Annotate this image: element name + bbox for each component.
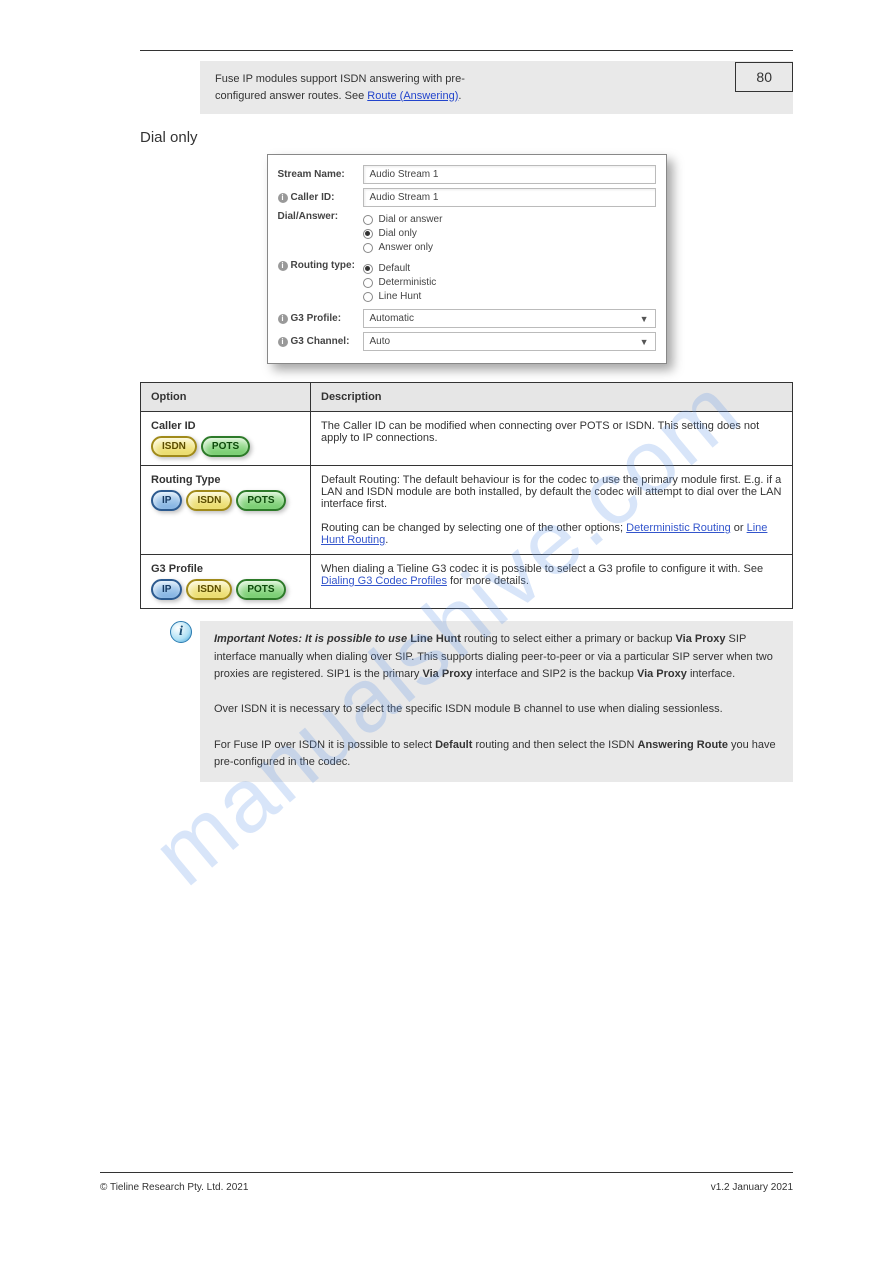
top-note: Fuse IP modules support ISDN answering w… xyxy=(200,61,793,114)
form-screenshot: Stream Name: Audio Stream 1 iCaller ID: … xyxy=(267,154,667,364)
radio-default[interactable]: Default xyxy=(363,263,656,274)
label-stream-name: Stream Name: xyxy=(278,169,363,180)
footer-version: v1.2 January 2021 xyxy=(711,1182,793,1193)
label-g3-channel: iG3 Channel: xyxy=(278,336,363,347)
radio-deterministic[interactable]: Deterministic xyxy=(363,277,656,288)
page-number-box: 80 xyxy=(735,62,793,92)
pots-badge-icon: POTS xyxy=(236,490,285,511)
page-number: 80 xyxy=(756,69,772,85)
link-deterministic-routing[interactable]: Deterministic Routing xyxy=(626,522,731,534)
radio-answer-only[interactable]: Answer only xyxy=(363,242,656,253)
footer-copyright: © Tieline Research Pty. Ltd. 2021 xyxy=(100,1182,248,1193)
opt-name: G3 Profile xyxy=(151,563,300,575)
ip-badge-icon: IP xyxy=(151,579,182,600)
opt-desc: Default Routing: The default behaviour i… xyxy=(311,466,793,555)
info-icon: i xyxy=(278,193,288,203)
select-g3-profile[interactable]: Automatic▼ xyxy=(363,309,656,328)
info-icon: i xyxy=(170,621,192,643)
opt-name: Caller ID xyxy=(151,420,300,432)
table-row: G3 Profile IP ISDN POTS When dialing a T… xyxy=(141,555,793,609)
radio-line-hunt[interactable]: Line Hunt xyxy=(363,291,656,302)
label-g3-profile: iG3 Profile: xyxy=(278,313,363,324)
radio-dial-only[interactable]: Dial only xyxy=(363,228,656,239)
info-icon: i xyxy=(278,314,288,324)
opt-desc: The Caller ID can be modified when conne… xyxy=(311,412,793,466)
radio-group-routing: Default Deterministic Line Hunt xyxy=(363,260,656,305)
important-notes: i Important Notes: It is possible to use… xyxy=(170,621,793,782)
isdn-badge-icon: ISDN xyxy=(186,579,232,600)
isdn-badge-icon: ISDN xyxy=(151,436,197,457)
info-icon: i xyxy=(278,337,288,347)
label-caller-id: iCaller ID: xyxy=(278,192,363,203)
table-row: Caller ID ISDN POTS The Caller ID can be… xyxy=(141,412,793,466)
input-stream-name[interactable]: Audio Stream 1 xyxy=(363,165,656,184)
options-table: Option Description Caller ID ISDN POTS T… xyxy=(140,382,793,609)
radio-group-dial-answer: Dial or answer Dial only Answer only xyxy=(363,211,656,256)
footer-rule xyxy=(100,1172,793,1173)
label-dial-answer: Dial/Answer: xyxy=(278,211,363,222)
section-title: Dial only xyxy=(140,129,793,146)
link-g3-profiles[interactable]: Dialing G3 Codec Profiles xyxy=(321,575,447,587)
note-trailing: . xyxy=(458,90,461,102)
isdn-badge-icon: ISDN xyxy=(186,490,232,511)
note-text-a: Fuse IP modules support ISDN answering w… xyxy=(215,73,465,85)
info-label: Important Notes: It is possible to use xyxy=(214,633,410,645)
note-link[interactable]: Route (Answering) xyxy=(367,90,458,102)
label-routing-type: iRouting type: xyxy=(278,260,363,271)
input-caller-id[interactable]: Audio Stream 1 xyxy=(363,188,656,207)
pots-badge-icon: POTS xyxy=(236,579,285,600)
radio-dial-or-answer[interactable]: Dial or answer xyxy=(363,214,656,225)
opt-name: Routing Type xyxy=(151,474,300,486)
col-option: Option xyxy=(141,383,311,412)
chevron-down-icon: ▼ xyxy=(640,337,649,347)
info-icon: i xyxy=(278,261,288,271)
table-row: Routing Type IP ISDN POTS Default Routin… xyxy=(141,466,793,555)
note-text-b: configured answer routes. See xyxy=(215,90,367,102)
chevron-down-icon: ▼ xyxy=(640,314,649,324)
opt-desc: When dialing a Tieline G3 codec it is po… xyxy=(311,555,793,609)
header-rule xyxy=(140,50,793,51)
select-g3-channel[interactable]: Auto▼ xyxy=(363,332,656,351)
col-description: Description xyxy=(311,383,793,412)
ip-badge-icon: IP xyxy=(151,490,182,511)
pots-badge-icon: POTS xyxy=(201,436,250,457)
